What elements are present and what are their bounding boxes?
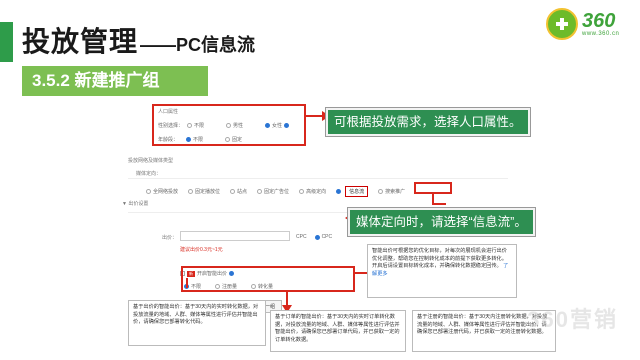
- media-radio-3[interactable]: [257, 189, 263, 194]
- budget-section-label: ▼ 出价设置: [122, 201, 149, 207]
- price-hint: 建议出价0.3元~1元: [180, 247, 223, 253]
- media-options: 全网络投放 固定播放位 站点 固定广告位 高级定向 信息流 搜索推广: [142, 186, 405, 197]
- note-smart-bid: 智能出价可根据您的优化目标，对每次的展现机会进行出价优化调整，帮助您在控制转化成…: [367, 244, 517, 298]
- feed-option[interactable]: 信息流: [345, 186, 369, 197]
- bid-label: 出价：: [162, 235, 178, 241]
- media-radio-1[interactable]: [188, 189, 194, 194]
- logo-text: 360: [582, 10, 616, 32]
- bid-input[interactable]: [180, 231, 290, 241]
- bid-type-radio[interactable]: [314, 234, 320, 240]
- callout-media: 媒体定向时，请选择“信息流”。: [348, 208, 535, 236]
- callout-population: 可根据投放需求，选择人口属性。: [326, 108, 530, 136]
- page-title-sub: ——PC信息流: [140, 35, 256, 55]
- media-section-label: 投放网络及媒体类型: [128, 158, 174, 164]
- title-accent-bar: [0, 22, 13, 62]
- media-radio-4[interactable]: [299, 189, 305, 194]
- note-bid-order: 基于订单的智能出价：基于30天内的实时订单转化数据，对投放流量的地域、人群、媒体…: [270, 310, 406, 352]
- section-heading: 3.5.2 新建推广组: [22, 66, 208, 96]
- watermark: 360营销: [527, 307, 618, 332]
- page-title-main: 投放管理: [22, 26, 139, 57]
- feed-highlight: [414, 182, 452, 194]
- media-sub-label: 媒体定向：: [136, 171, 162, 177]
- media-radio-6[interactable]: [378, 189, 384, 194]
- logo-url: www.360.cn: [582, 31, 620, 37]
- bid-type: CPC CPC: [296, 234, 333, 240]
- media-radio-0[interactable]: [146, 189, 151, 194]
- brand-logo: 360 www.360.cn: [546, 8, 619, 40]
- media-radio-2[interactable]: [230, 189, 236, 194]
- media-radio-feed[interactable]: [336, 189, 342, 194]
- population-highlight: [152, 104, 306, 146]
- page-title: 投放管理 ——PC信息流: [22, 22, 255, 62]
- plus-logo-icon: [546, 8, 578, 40]
- note-bid-cost: 基于出价的智能出价：基于30天内的实时转化数据，对投放流量的地域、人群、媒体等属…: [128, 300, 266, 346]
- smart-bid-highlight: [181, 266, 355, 292]
